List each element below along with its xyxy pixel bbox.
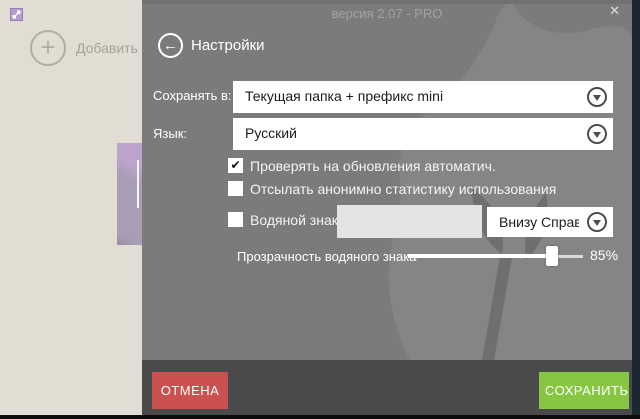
slider-thumb[interactable]: [546, 246, 558, 266]
page-title: Настройки: [191, 37, 265, 54]
save-to-label: Сохранять в:: [153, 88, 232, 103]
watermark-text-input[interactable]: [337, 205, 482, 238]
window-title: версия 2.07 - PRO: [142, 6, 632, 21]
resize-app-icon: [10, 8, 23, 21]
language-label: Язык:: [153, 126, 187, 141]
language-value: Русский: [245, 118, 579, 149]
plus-icon: +: [30, 30, 66, 66]
photo-thumbnail[interactable]: [117, 143, 142, 245]
checkbox-anonymous-stats-label: Отсылать анонимно статистику использован…: [250, 181, 556, 197]
close-button[interactable]: ✕: [609, 3, 620, 19]
app-window: + Добавить фото версия 2.07 - PRO ✕ ← На…: [0, 0, 640, 419]
photo-thumbnail-detail: [137, 160, 139, 208]
opacity-value: 85%: [590, 247, 618, 263]
back-button[interactable]: ←: [158, 33, 183, 58]
save-button[interactable]: СОХРАНИТЬ: [539, 372, 629, 409]
window-right-edge: [632, 0, 640, 419]
chevron-down-icon: [587, 87, 607, 107]
settings-panel: версия 2.07 - PRO ✕ ← Настройки Сохранят…: [142, 0, 632, 415]
save-to-value: Текущая папка + префикс mini: [245, 81, 579, 112]
save-to-dropdown[interactable]: Текущая папка + префикс mini: [233, 81, 613, 113]
checkbox-watermark[interactable]: [228, 212, 243, 227]
window-bottom-edge: [0, 415, 640, 419]
checkbox-auto-updates[interactable]: ✔: [228, 158, 243, 173]
chevron-down-icon: [587, 212, 607, 232]
checkbox-watermark-label: Водяной знак: [250, 212, 338, 228]
watermark-position-dropdown[interactable]: Внизу Справа: [487, 207, 613, 237]
slider-fill: [408, 254, 552, 258]
panel-top-border: [142, 0, 632, 4]
footer-bar: ОТМЕНА СОХРАНИТЬ: [142, 360, 632, 415]
sidebar: + Добавить фото: [0, 0, 142, 415]
opacity-slider[interactable]: [408, 246, 583, 266]
language-dropdown[interactable]: Русский: [233, 118, 613, 150]
watermark-position-value: Внизу Справа: [499, 207, 579, 238]
add-photo-button[interactable]: + Добавить фото: [28, 28, 138, 68]
cancel-button[interactable]: ОТМЕНА: [152, 372, 228, 409]
checkbox-auto-updates-label: Проверять на обновления автоматич.: [250, 158, 496, 174]
settings-content: версия 2.07 - PRO ✕ ← Настройки Сохранят…: [142, 0, 632, 415]
chevron-down-icon: [587, 124, 607, 144]
checkbox-anonymous-stats[interactable]: [228, 181, 243, 196]
opacity-label: Прозрачность водяного знака: [237, 249, 416, 264]
